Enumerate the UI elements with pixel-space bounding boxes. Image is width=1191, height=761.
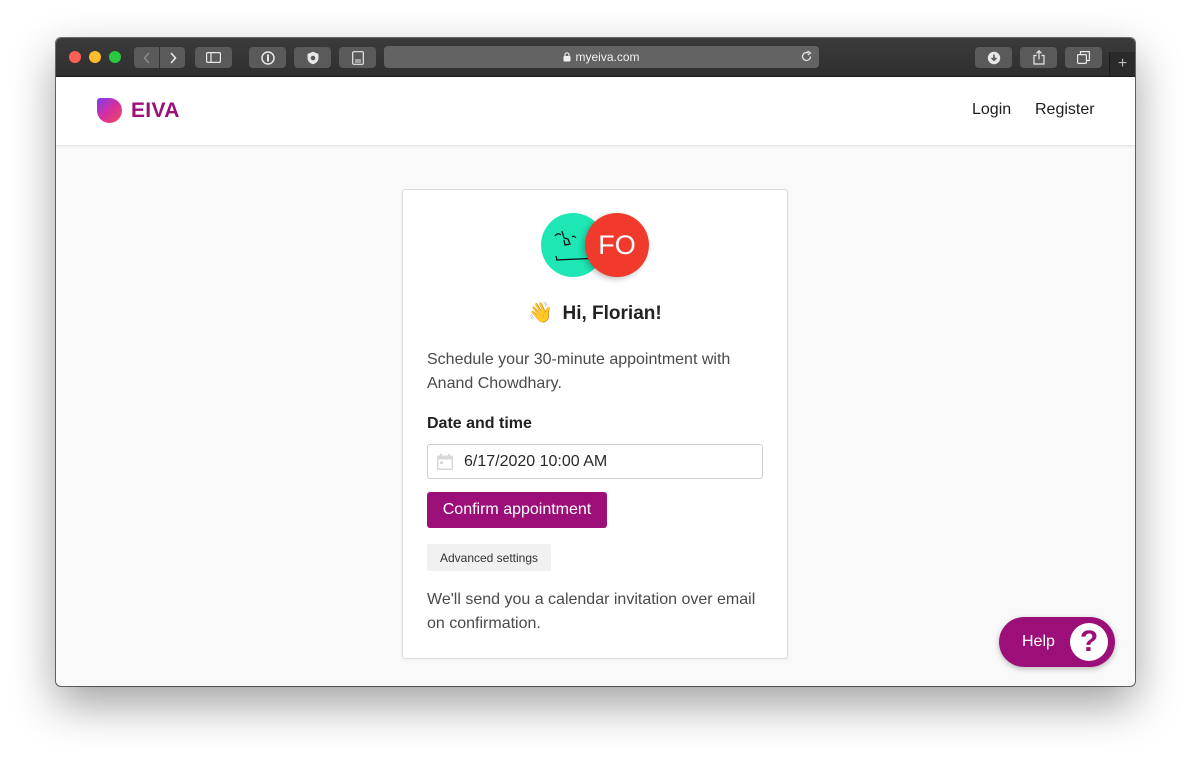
appointment-card: FO 👋 Hi, Florian! Schedule your 30-minut… bbox=[402, 189, 788, 659]
browser-toolbar: myeiva.com + bbox=[56, 38, 1135, 77]
register-link[interactable]: Register bbox=[1035, 101, 1095, 119]
forward-icon bbox=[169, 51, 177, 64]
reader-icon bbox=[351, 50, 364, 65]
url-text: myeiva.com bbox=[575, 50, 640, 64]
brand-logo[interactable]: EIVA bbox=[96, 97, 180, 124]
sidebar-icon bbox=[206, 52, 221, 63]
advanced-settings-button[interactable]: Advanced settings bbox=[427, 544, 551, 571]
reload-icon[interactable] bbox=[800, 50, 813, 63]
date-time-field[interactable] bbox=[427, 444, 763, 479]
tabs-overview-button[interactable] bbox=[1065, 47, 1102, 68]
browser-window: myeiva.com + EIVA Login Register FO 👋 Hi… bbox=[56, 38, 1135, 686]
date-time-label: Date and time bbox=[427, 415, 532, 432]
greeting-heading: 👋 Hi, Florian! bbox=[403, 300, 787, 325]
user-avatar: FO bbox=[585, 213, 649, 277]
greeting-text: Hi, Florian! bbox=[562, 303, 662, 324]
back-icon bbox=[142, 51, 150, 64]
download-icon bbox=[987, 51, 1000, 64]
confirmation-note: We'll send you a calendar invitation ove… bbox=[427, 591, 756, 632]
downloads-button[interactable] bbox=[975, 47, 1012, 68]
login-link[interactable]: Login bbox=[972, 101, 1011, 119]
history-nav bbox=[134, 47, 185, 68]
appointment-description: Schedule your 30-minute appointment with… bbox=[427, 351, 731, 392]
help-label: Help bbox=[1022, 633, 1055, 650]
close-window-button[interactable] bbox=[69, 51, 81, 63]
share-button[interactable] bbox=[1020, 47, 1057, 68]
help-button[interactable]: Help ? bbox=[999, 617, 1115, 667]
reader-button[interactable] bbox=[339, 47, 376, 68]
new-tab-button[interactable]: + bbox=[1109, 52, 1135, 76]
password-manager-button[interactable] bbox=[249, 47, 286, 68]
calendar-icon bbox=[436, 453, 454, 471]
new-tab-icon: + bbox=[1117, 55, 1128, 72]
back-button[interactable] bbox=[134, 47, 159, 68]
eiva-logo-icon bbox=[97, 98, 122, 123]
waving-hand-icon: 👋 bbox=[528, 302, 554, 324]
confirm-appointment-button[interactable]: Confirm appointment bbox=[427, 492, 607, 528]
extension-button[interactable] bbox=[294, 47, 331, 68]
site-header: EIVA Login Register bbox=[56, 77, 1135, 146]
extension-icon bbox=[307, 51, 318, 64]
zoom-window-button[interactable] bbox=[109, 51, 121, 63]
brand-name: EIVA bbox=[131, 98, 180, 122]
question-mark-icon: ? bbox=[1070, 623, 1108, 661]
sidebar-button[interactable] bbox=[195, 47, 232, 68]
share-icon bbox=[1032, 50, 1045, 65]
forward-button[interactable] bbox=[160, 47, 185, 68]
date-time-input[interactable] bbox=[464, 452, 744, 471]
tabs-icon bbox=[1077, 51, 1090, 64]
lock-icon bbox=[563, 52, 571, 62]
address-bar[interactable]: myeiva.com bbox=[384, 46, 819, 68]
minimize-window-button[interactable] bbox=[89, 51, 101, 63]
password-manager-icon bbox=[260, 50, 275, 65]
